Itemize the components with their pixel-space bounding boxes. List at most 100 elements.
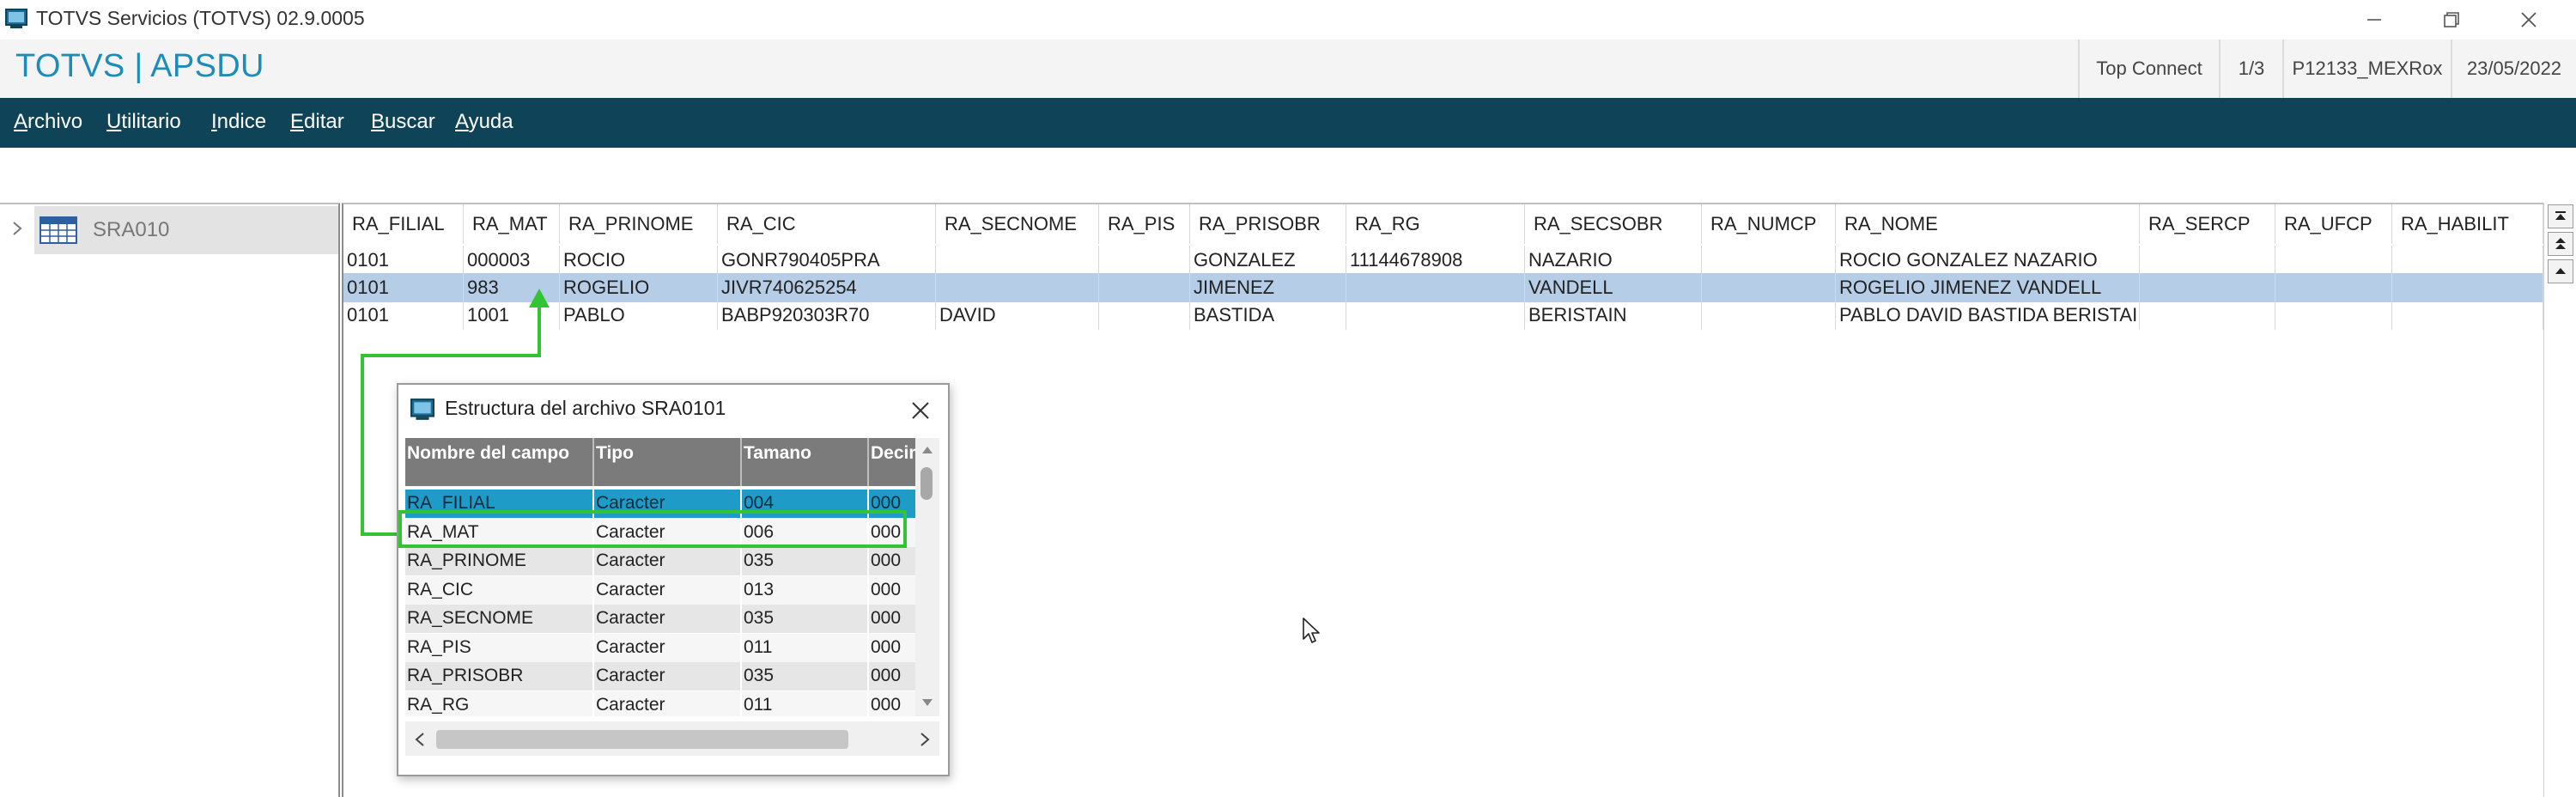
tree-item-sra010[interactable]: SRA010 bbox=[34, 206, 338, 254]
structure-column-header[interactable]: Tipo bbox=[594, 438, 742, 486]
grid-vertical-scrollbar[interactable] bbox=[2543, 203, 2576, 797]
grid-cell[interactable]: ROCIO bbox=[560, 246, 718, 275]
grid-cell[interactable]: DAVID bbox=[936, 301, 1099, 330]
scroll-left-icon[interactable] bbox=[414, 732, 426, 747]
column-header-ra-filial[interactable]: RA_FILIAL bbox=[343, 204, 464, 244]
structure-cell: RA_PIS bbox=[405, 633, 594, 662]
grid-cell[interactable]: JIVR740625254 bbox=[718, 273, 936, 302]
structure-cell: 000 bbox=[869, 691, 915, 717]
grid-cell[interactable] bbox=[2275, 273, 2392, 302]
table-icon bbox=[39, 216, 77, 244]
grid-cell[interactable] bbox=[2392, 273, 2543, 302]
grid-cell[interactable] bbox=[1099, 246, 1190, 275]
grid-cell[interactable]: ROGELIO bbox=[560, 273, 718, 302]
grid-cell[interactable]: BASTIDA bbox=[1190, 301, 1346, 330]
grid-cell[interactable]: BERISTAIN bbox=[1525, 301, 1702, 330]
grid-cell[interactable]: PABLO DAVID BASTIDA BERISTAIN bbox=[1836, 301, 2140, 330]
list-item[interactable]: RA_RG Caracter 011 000 bbox=[405, 691, 915, 717]
menu-archivo[interactable]: Archivo bbox=[14, 110, 82, 134]
scroll-thumb[interactable] bbox=[920, 467, 933, 500]
table-row[interactable]: 0101 1001 PABLO BABP920303R70 DAVID BASTIDA BE… bbox=[343, 301, 2543, 330]
grid-cell[interactable] bbox=[2275, 301, 2392, 330]
grid-cell[interactable]: NAZARIO bbox=[1525, 246, 1702, 275]
structure-column-header[interactable]: Decimal bbox=[869, 438, 915, 486]
grid-cell[interactable]: VANDELL bbox=[1525, 273, 1702, 302]
list-item[interactable]: RA_PIS Caracter 011 000 bbox=[405, 633, 915, 662]
grid-cell[interactable]: 000003 bbox=[464, 246, 560, 275]
column-header-ra-secnome[interactable]: RA_SECNOME bbox=[936, 204, 1099, 244]
grid-cell[interactable] bbox=[2392, 246, 2543, 275]
column-header-ra-habilit[interactable]: RA_HABILIT bbox=[2392, 204, 2543, 244]
grid-cell[interactable]: 0101 bbox=[343, 301, 464, 330]
column-header-ra-numcp[interactable]: RA_NUMCP bbox=[1702, 204, 1836, 244]
column-header-ra-sercp[interactable]: RA_SERCP bbox=[2140, 204, 2275, 244]
grid-cell[interactable] bbox=[936, 273, 1099, 302]
structure-cell: Caracter bbox=[594, 662, 742, 691]
menu-indice[interactable]: Indice bbox=[211, 110, 266, 134]
grid-cell[interactable] bbox=[1099, 273, 1190, 302]
column-header-ra-prisobr[interactable]: RA_PRISOBR bbox=[1190, 204, 1346, 244]
menu-editar[interactable]: Editar bbox=[290, 110, 344, 134]
grid-cell[interactable] bbox=[1702, 273, 1836, 302]
menu-ayuda[interactable]: Ayuda bbox=[455, 110, 513, 134]
structure-column-header[interactable]: Nombre del campo bbox=[405, 438, 594, 486]
grid-cell[interactable]: JIMENEZ bbox=[1190, 273, 1346, 302]
column-header-ra-secsobr[interactable]: RA_SECSOBR bbox=[1525, 204, 1702, 244]
column-header-ra-prinome[interactable]: RA_PRINOME bbox=[560, 204, 718, 244]
list-item[interactable]: RA_PRINOME Caracter 035 000 bbox=[405, 547, 915, 575]
structure-cell: 011 bbox=[742, 691, 869, 716]
grid-cell[interactable] bbox=[1702, 301, 1836, 330]
grid-cell[interactable] bbox=[2140, 301, 2275, 330]
annotation-highlight-box bbox=[398, 510, 907, 548]
list-item[interactable]: RA_SECNOME Caracter 035 000 bbox=[405, 605, 915, 633]
app-window: TOTVS Servicios (TOTVS) 02.9.0005 TOTVS … bbox=[0, 0, 2576, 797]
tree-item-label: SRA010 bbox=[93, 218, 170, 241]
grid-cell[interactable]: 11144678908 bbox=[1346, 246, 1525, 275]
dialog-vertical-scrollbar[interactable] bbox=[915, 438, 939, 716]
close-button[interactable] bbox=[2490, 0, 2567, 40]
column-header-ra-nome[interactable]: RA_NOME bbox=[1836, 204, 2140, 244]
grid-cell[interactable]: PABLO bbox=[560, 301, 718, 330]
scroll-down-icon[interactable] bbox=[921, 697, 933, 708]
column-header-ra-ufcp[interactable]: RA_UFCP bbox=[2275, 204, 2392, 244]
grid-cell[interactable]: 0101 bbox=[343, 246, 464, 275]
scroll-up-icon[interactable] bbox=[921, 445, 933, 455]
grid-cell[interactable] bbox=[2140, 246, 2275, 275]
scroll-page-up-button[interactable] bbox=[2548, 232, 2573, 256]
scroll-top-button[interactable] bbox=[2548, 204, 2573, 228]
grid-cell[interactable] bbox=[1099, 301, 1190, 330]
grid-cell[interactable]: BABP920303R70 bbox=[718, 301, 936, 330]
scroll-up-button[interactable] bbox=[2548, 259, 2573, 283]
grid-cell[interactable]: GONR790405PRA bbox=[718, 246, 936, 275]
column-header-ra-cic[interactable]: RA_CIC bbox=[718, 204, 936, 244]
close-icon[interactable] bbox=[905, 395, 936, 426]
column-header-ra-mat[interactable]: RA_MAT bbox=[464, 204, 560, 244]
table-row[interactable]: 0101 000003 ROCIO GONR790405PRA GONZALEZ 1114… bbox=[343, 246, 2543, 275]
chevron-right-icon[interactable] bbox=[9, 220, 26, 237]
grid-cell[interactable] bbox=[1346, 301, 1525, 330]
scroll-thumb[interactable] bbox=[436, 730, 848, 749]
grid-cell[interactable] bbox=[1346, 273, 1525, 302]
scroll-right-icon[interactable] bbox=[919, 732, 931, 747]
grid-cell[interactable] bbox=[2140, 273, 2275, 302]
minimize-button[interactable] bbox=[2336, 0, 2413, 40]
list-item[interactable]: RA_CIC Caracter 013 000 bbox=[405, 575, 915, 605]
menu-utilitario[interactable]: Utilitario bbox=[106, 110, 181, 134]
column-header-ra-pis[interactable]: RA_PIS bbox=[1099, 204, 1190, 244]
grid-cell[interactable] bbox=[2275, 246, 2392, 275]
table-row[interactable]: 0101 983 ROGELIO JIVR740625254 JIMENEZ VANDEL… bbox=[343, 273, 2543, 302]
column-header-ra-rg[interactable]: RA_RG bbox=[1346, 204, 1525, 244]
grid-cell[interactable]: GONZALEZ bbox=[1190, 246, 1346, 275]
dialog-horizontal-scrollbar[interactable] bbox=[405, 721, 939, 756]
grid-cell[interactable]: ROCIO GONZALEZ NAZARIO bbox=[1836, 246, 2140, 275]
grid-cell[interactable] bbox=[2392, 301, 2543, 330]
menu-buscar[interactable]: Buscar bbox=[371, 110, 435, 134]
list-item[interactable]: RA_PRISOBR Caracter 035 000 bbox=[405, 662, 915, 691]
grid-cell[interactable]: 0101 bbox=[343, 273, 464, 302]
grid-cell[interactable] bbox=[936, 246, 1099, 275]
grid-cell[interactable] bbox=[1702, 246, 1836, 275]
restore-button[interactable] bbox=[2413, 0, 2490, 40]
annotation-arrow-icon bbox=[529, 289, 550, 307]
structure-column-header[interactable]: Tamano bbox=[742, 438, 869, 486]
grid-cell[interactable]: ROGELIO JIMENEZ VANDELL bbox=[1836, 273, 2140, 302]
